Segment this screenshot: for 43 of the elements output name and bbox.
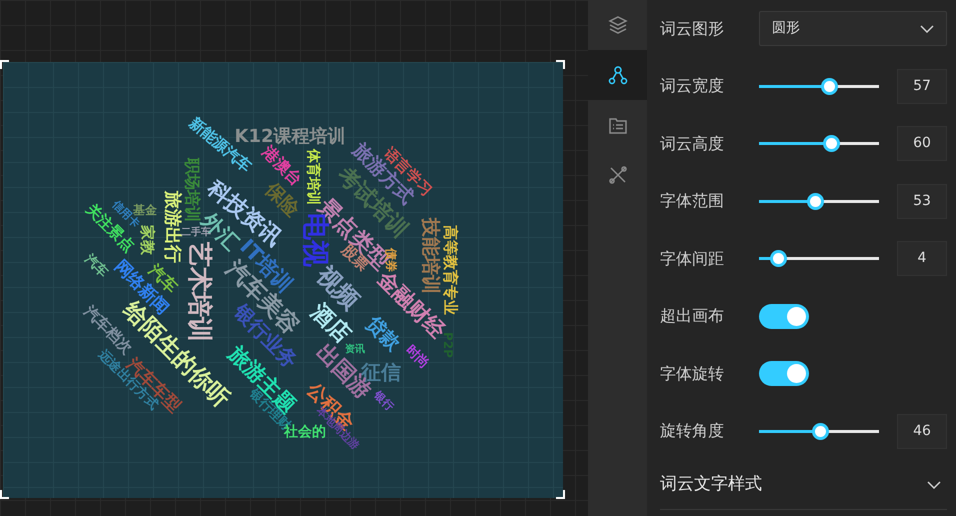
cloud-word: 汽车	[82, 252, 110, 280]
cloud-word: 职场培训	[184, 158, 200, 222]
cloud-word: 技能培训	[420, 218, 440, 294]
setting-label: 字体间距	[660, 248, 725, 270]
slider-handle[interactable]	[812, 422, 830, 440]
resize-handle[interactable]	[556, 490, 565, 499]
cloud-word: K12课程培训	[234, 128, 346, 146]
setting-label: 旋转角度	[660, 420, 725, 442]
value-field[interactable]: 60	[897, 126, 947, 162]
slider-handle[interactable]	[807, 192, 824, 210]
setting-label: 词云图形	[660, 18, 725, 40]
resize-handle[interactable]	[0, 60, 9, 69]
layers-icon	[608, 15, 628, 35]
slider-handle[interactable]	[823, 135, 840, 152]
setting-label: 词云宽度	[660, 75, 725, 98]
slider-handle[interactable]	[770, 250, 788, 268]
cloud-word: 时尚	[403, 343, 431, 371]
cloud-word: 艺术培训	[188, 242, 212, 342]
cloud-word: 家教	[140, 225, 154, 255]
nodes-icon	[608, 65, 628, 85]
resize-handle[interactable]	[0, 490, 9, 499]
setting-label: 字体范围	[660, 190, 725, 212]
setting-label: 超出画布	[660, 305, 725, 328]
resize-handle[interactable]	[556, 60, 565, 69]
toggle-switch[interactable]	[759, 361, 809, 386]
cloud-word: 基金	[133, 204, 157, 216]
section-header[interactable]: 词云文字样式	[660, 460, 947, 510]
setting-label: 字体旋转	[660, 362, 725, 385]
cloud-word: 资讯	[345, 345, 365, 355]
cloud-word: 银行	[372, 389, 396, 413]
chevron-down-icon	[920, 24, 934, 33]
cloud-word: 高等教育专业	[442, 225, 458, 315]
tools-icon	[608, 165, 628, 185]
cloud-word: 旅游出行	[163, 191, 181, 263]
value-field[interactable]: 46	[897, 414, 947, 449]
shape-dropdown[interactable]: 圆形	[759, 11, 947, 46]
sidebar-tab[interactable]	[588, 50, 647, 100]
value-field[interactable]: 53	[897, 184, 947, 219]
setting-label: 词云高度	[660, 132, 725, 155]
value-field[interactable]: 57	[897, 68, 947, 104]
slider-handle[interactable]	[820, 78, 838, 95]
toggle-switch[interactable]	[759, 304, 809, 329]
value-field[interactable]: 4	[897, 241, 947, 276]
